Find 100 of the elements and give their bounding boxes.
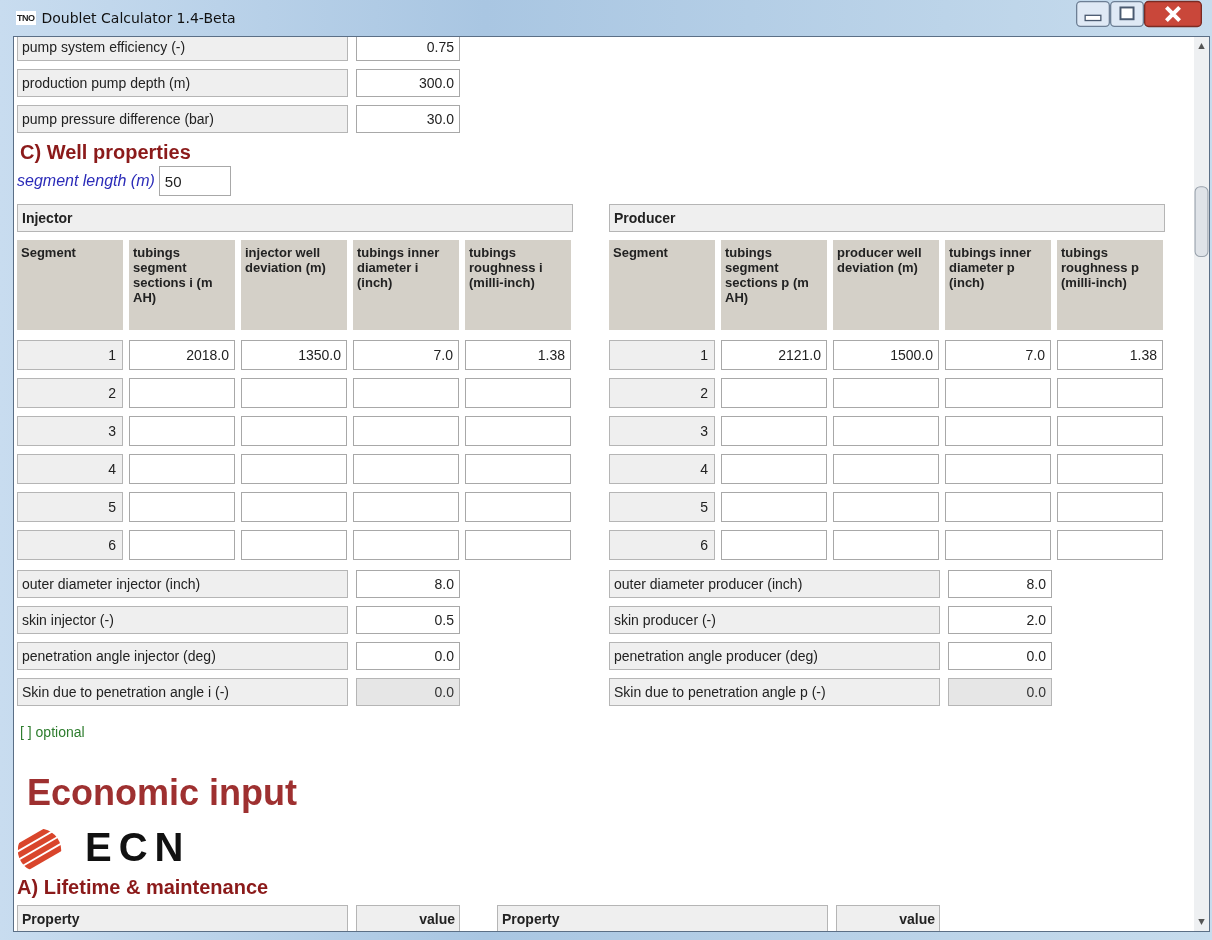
input-field[interactable] [1057,378,1163,408]
property-label: penetration angle injector (deg) [17,642,348,670]
input-field[interactable] [721,530,827,560]
input-field[interactable] [353,492,459,522]
segment-number: 3 [609,416,715,446]
segment-number: 1 [17,340,123,370]
input-field[interactable] [1057,492,1163,522]
input-field[interactable]: 300.0 [356,69,460,97]
input-field[interactable] [129,492,235,522]
input-field[interactable] [833,530,939,560]
input-field[interactable]: 8.0 [948,570,1052,598]
column-header: Segment [609,240,715,330]
column-header: tubings segment sections i (m AH) [129,240,235,330]
input-field[interactable] [465,416,571,446]
input-field[interactable]: 2121.0 [721,340,827,370]
input-field[interactable]: 50 [158,166,231,196]
input-field[interactable]: 8.0 [356,570,460,598]
column-header: Property [497,905,828,931]
input-field[interactable] [945,454,1051,484]
column-header: producer well deviation (m) [833,240,939,330]
segment-number: 1 [609,340,715,370]
segment-number: 5 [609,492,715,522]
input-field[interactable] [465,378,571,408]
input-field[interactable] [129,530,235,560]
input-field[interactable]: 0.5 [356,606,460,634]
input-field[interactable] [353,416,459,446]
minimize-button[interactable] [1076,0,1110,28]
input-field[interactable] [945,378,1051,408]
input-field[interactable] [465,530,571,560]
property-label: Skin due to penetration angle p (-) [609,678,940,706]
input-field[interactable] [945,530,1051,560]
input-field[interactable] [241,454,347,484]
segment-number: 4 [609,454,715,484]
input-field[interactable] [353,378,459,408]
input-field[interactable]: 0.75 [356,37,460,61]
column-header: Property [17,905,348,931]
property-label: outer diameter injector (inch) [17,570,348,598]
input-field[interactable] [833,492,939,522]
input-field[interactable]: 0.0 [948,642,1052,670]
input-field[interactable] [721,492,827,522]
close-button[interactable] [1144,0,1202,28]
input-field[interactable]: 1350.0 [241,340,347,370]
input-field[interactable] [129,454,235,484]
input-field[interactable]: 2.0 [948,606,1052,634]
input-field[interactable] [1057,454,1163,484]
input-field[interactable] [833,378,939,408]
segment-number: 4 [17,454,123,484]
column-header: tubings inner diameter p (inch) [945,240,1051,330]
input-field[interactable]: 0.0 [948,678,1052,706]
input-field[interactable] [241,530,347,560]
input-field[interactable] [721,454,827,484]
app-icon: TNO [16,11,36,25]
property-label: pump system efficiency (-) [17,37,348,61]
maximize-button[interactable] [1110,0,1144,28]
segment-number: 2 [609,378,715,408]
input-field[interactable]: 0.0 [356,678,460,706]
input-field[interactable] [1057,530,1163,560]
input-field[interactable]: 30.0 [356,105,460,133]
input-field[interactable]: 7.0 [353,340,459,370]
input-field[interactable] [945,492,1051,522]
optional-note: [ ] optional [20,724,86,740]
vertical-scrollbar[interactable] [1194,37,1209,931]
input-field[interactable]: 7.0 [945,340,1051,370]
input-field[interactable] [129,416,235,446]
column-header: tubings roughness i (milli-inch) [465,240,571,330]
input-field[interactable] [353,530,459,560]
input-field[interactable] [721,378,827,408]
property-label: outer diameter producer (inch) [609,570,940,598]
input-field[interactable] [945,416,1051,446]
input-field[interactable] [241,378,347,408]
column-header: value [356,905,460,931]
column-header: value [836,905,940,931]
input-field[interactable]: 1.38 [1057,340,1163,370]
column-header: tubings roughness p (milli-inch) [1057,240,1163,330]
panel-header: Injector [17,204,573,232]
input-field[interactable]: 2018.0 [129,340,235,370]
input-field[interactable] [241,492,347,522]
segment-number: 6 [17,530,123,560]
property-label: skin injector (-) [17,606,348,634]
input-field[interactable]: 1500.0 [833,340,939,370]
input-field[interactable]: 1.38 [465,340,571,370]
column-header: tubings segment sections p (m AH) [721,240,827,330]
input-field[interactable] [721,416,827,446]
input-field[interactable] [353,454,459,484]
input-field[interactable] [1057,416,1163,446]
segment-number: 6 [609,530,715,560]
property-label: Skin due to penetration angle i (-) [17,678,348,706]
input-field[interactable] [465,454,571,484]
input-field[interactable] [833,454,939,484]
property-label: penetration angle producer (deg) [609,642,940,670]
input-field[interactable] [833,416,939,446]
input-field[interactable] [465,492,571,522]
segment-length-label: segment length (m) [17,172,155,190]
input-field[interactable]: 0.0 [356,642,460,670]
property-label: skin producer (-) [609,606,940,634]
input-field[interactable] [129,378,235,408]
section-heading: C) Well properties [20,141,192,164]
column-header: tubings inner diameter i (inch) [353,240,459,330]
input-field[interactable] [241,416,347,446]
segment-number: 2 [17,378,123,408]
